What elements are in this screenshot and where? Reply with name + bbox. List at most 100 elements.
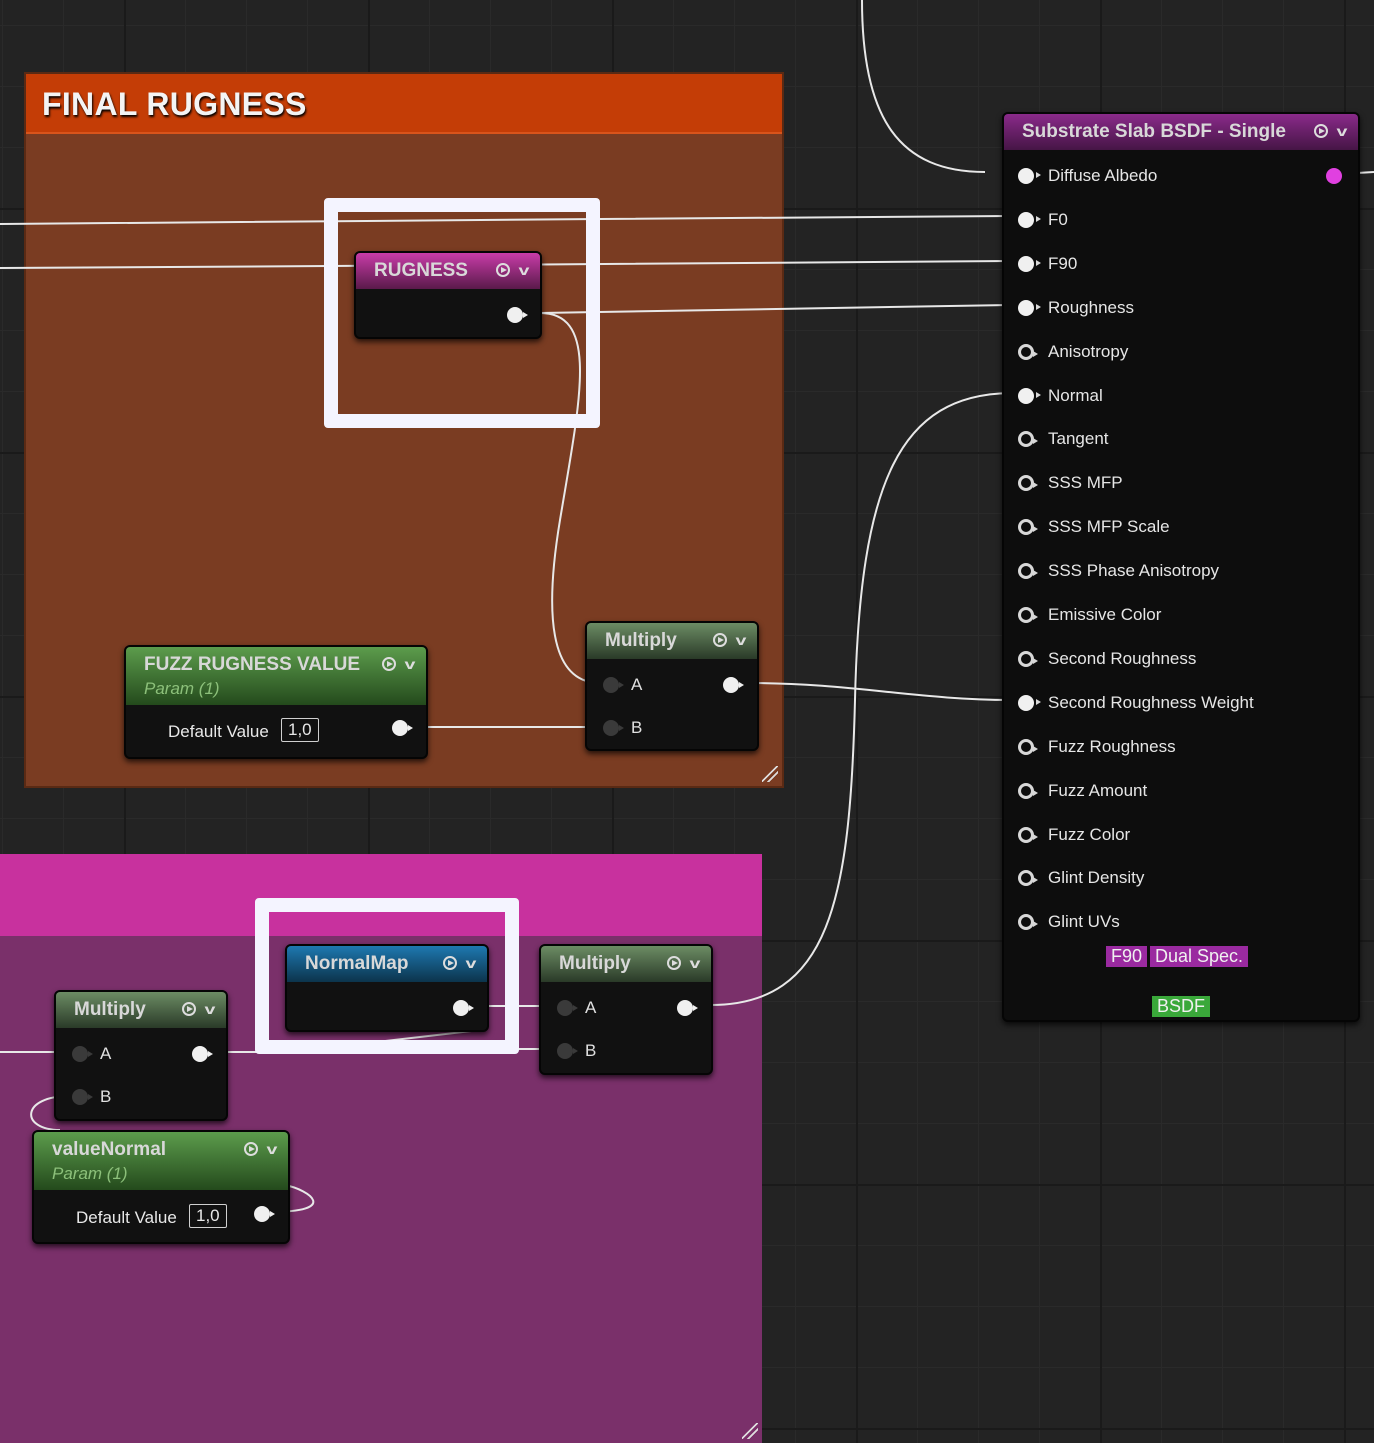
value-normal-node[interactable]: valueNormal Param (1) v Default Value 1,… (32, 1130, 290, 1244)
output-pin[interactable] (677, 1000, 698, 1016)
input-pin[interactable] (1018, 519, 1038, 536)
input-label: Normal (1048, 385, 1103, 405)
input-label: Glint UVs (1048, 912, 1120, 932)
bsdf-input-row[interactable]: Second Roughness Weight (1018, 681, 1254, 725)
multiply-node-mid[interactable]: Multiply v A B (539, 944, 713, 1075)
input-label: Emissive Color (1048, 605, 1162, 624)
default-value-label: Default Value (76, 1208, 177, 1227)
node-title: Multiply (559, 953, 631, 974)
input-pin[interactable] (1018, 211, 1041, 228)
resize-handle-icon[interactable] (762, 766, 778, 782)
bsdf-input-row[interactable]: SSS Phase Anisotropy (1018, 549, 1219, 593)
multiply-node-top[interactable]: Multiply v A B (585, 621, 759, 751)
bsdf-input-row[interactable]: Normal (1018, 374, 1103, 418)
input-pin[interactable] (1018, 299, 1041, 316)
node-title: Multiply (605, 630, 677, 651)
input-pin-b[interactable] (603, 720, 624, 736)
node-header[interactable]: FUZZ RUGNESS VALUE Param (1) v (126, 647, 426, 705)
input-label: Fuzz Amount (1048, 780, 1148, 800)
input-label: Diffuse Albedo (1048, 166, 1158, 185)
bsdf-input-row[interactable]: SSS MFP (1018, 461, 1123, 505)
node-header[interactable]: Multiply v (587, 623, 757, 659)
substrate-slab-bsdf-node[interactable]: Substrate Slab BSDF - Single v Diffuse A… (1002, 112, 1360, 1022)
node-subtitle: Param (1) (144, 679, 220, 698)
chevron-down-icon[interactable]: v (267, 1142, 278, 1156)
fuzz-rugness-value-node[interactable]: FUZZ RUGNESS VALUE Param (1) v Default V… (124, 645, 428, 759)
output-pin[interactable] (392, 720, 413, 736)
node-header[interactable]: Multiply v (56, 992, 226, 1028)
input-pin[interactable] (1018, 168, 1041, 184)
input-pin-a[interactable] (72, 1046, 93, 1062)
preview-icon[interactable] (244, 1142, 259, 1156)
bsdf-output-pin[interactable] (1326, 168, 1342, 184)
input-pin-a[interactable] (557, 1000, 578, 1016)
node-header[interactable]: valueNormal Param (1) v (34, 1132, 288, 1190)
bsdf-input-row[interactable]: Second Roughness (1018, 637, 1196, 681)
input-pin-a[interactable] (603, 677, 624, 693)
default-value-input[interactable]: 1,0 (281, 718, 319, 742)
preview-icon[interactable] (667, 956, 682, 970)
node-title: Substrate Slab BSDF - Single (1022, 121, 1286, 142)
bsdf-input-row[interactable]: Tangent (1018, 417, 1109, 461)
bsdf-input-row[interactable]: SSS MFP Scale (1018, 505, 1170, 549)
output-pin[interactable] (723, 677, 744, 693)
multiply-node-left[interactable]: Multiply v A B (54, 990, 228, 1121)
node-subtitle: Param (1) (52, 1164, 128, 1183)
input-pin[interactable] (1018, 563, 1038, 580)
input-pin[interactable] (1018, 826, 1038, 843)
bsdf-input-row[interactable]: F90 (1018, 242, 1077, 286)
input-label: Fuzz Color (1048, 824, 1131, 844)
input-pin[interactable] (1018, 255, 1041, 272)
bsdf-input-row[interactable]: F0 (1018, 198, 1068, 242)
input-pin[interactable] (1018, 607, 1038, 623)
chevron-down-icon[interactable]: v (405, 657, 416, 671)
input-label: SSS MFP Scale (1048, 517, 1170, 537)
input-pin-b[interactable] (557, 1043, 578, 1059)
preview-icon[interactable] (713, 633, 728, 647)
bsdf-input-row[interactable]: Emissive Color (1018, 593, 1161, 637)
node-header[interactable]: Multiply v (541, 946, 711, 982)
input-pin[interactable] (1018, 387, 1041, 404)
output-pin[interactable] (192, 1046, 213, 1062)
default-value-input[interactable]: 1,0 (189, 1204, 227, 1228)
chevron-down-icon[interactable]: v (205, 1002, 216, 1016)
resize-handle-icon[interactable] (742, 1423, 758, 1439)
input-pin[interactable] (1018, 782, 1038, 799)
chevron-down-icon[interactable]: v (736, 633, 747, 647)
bsdf-input-row[interactable]: Fuzz Amount (1018, 769, 1147, 813)
pin-label-a: A (100, 1044, 112, 1063)
input-label: F0 (1048, 209, 1068, 229)
input-label: Tangent (1048, 429, 1109, 449)
preview-icon[interactable] (382, 657, 397, 671)
bsdf-input-row[interactable]: Glint UVs (1018, 900, 1120, 944)
input-pin[interactable] (1018, 914, 1038, 931)
input-pin[interactable] (1018, 694, 1041, 711)
input-label: Glint Density (1048, 868, 1145, 888)
bsdf-input-row[interactable]: Diffuse Albedo (1018, 154, 1157, 198)
input-pin[interactable] (1018, 343, 1038, 360)
bsdf-input-row[interactable]: Anisotropy (1018, 330, 1128, 374)
bsdf-input-row[interactable]: Glint Density (1018, 856, 1144, 900)
bsdf-input-row[interactable]: Fuzz Roughness (1018, 725, 1176, 769)
bsdf-input-row[interactable]: Roughness (1018, 286, 1134, 330)
input-pin[interactable] (1018, 870, 1038, 887)
input-label: Roughness (1048, 297, 1135, 317)
input-pin-b[interactable] (72, 1089, 93, 1105)
preview-icon[interactable] (1314, 124, 1329, 138)
chevron-down-icon[interactable]: v (1337, 124, 1348, 138)
highlight-box-rugness (324, 198, 600, 428)
wire-diffuse-albedo (861, 0, 986, 173)
input-pin[interactable] (1018, 650, 1038, 667)
comment-header[interactable]: FINAL RUGNESS (26, 74, 782, 134)
input-pin[interactable] (1018, 738, 1038, 755)
node-title: valueNormal (52, 1139, 167, 1160)
node-header[interactable]: Substrate Slab BSDF - Single v (1004, 114, 1358, 150)
chevron-down-icon[interactable]: v (690, 956, 701, 970)
input-pin[interactable] (1018, 475, 1038, 492)
pin-label-b: B (585, 1041, 597, 1060)
output-pin[interactable] (254, 1206, 275, 1222)
input-label: Second Roughness (1048, 648, 1197, 668)
input-pin[interactable] (1018, 431, 1038, 448)
bsdf-input-row[interactable]: Fuzz Color (1018, 813, 1130, 857)
preview-icon[interactable] (182, 1002, 197, 1016)
